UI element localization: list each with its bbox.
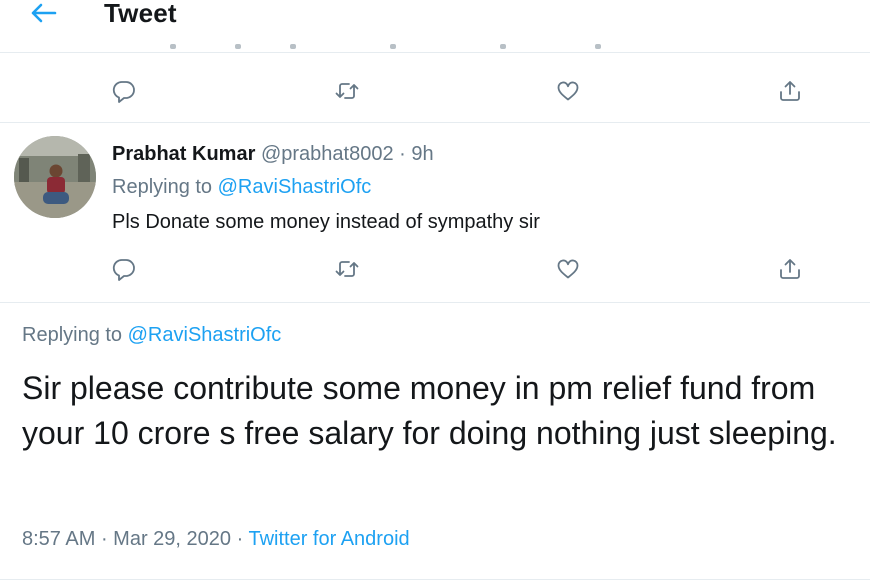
tweet-metadata: 8:57 AM · Mar 29, 2020 · Twitter for And…	[22, 528, 410, 551]
tweet-time[interactable]: 8:57 AM	[22, 528, 95, 550]
back-button[interactable]	[28, 0, 58, 26]
like-button[interactable]	[551, 74, 585, 108]
top-bar: Tweet	[0, 0, 875, 53]
like-button[interactable]	[551, 252, 585, 286]
truncated-text-fragment	[140, 44, 620, 52]
tweet-date[interactable]: Mar 29, 2020	[113, 528, 231, 550]
reply-header: Prabhat Kumar @prabhat8002 · 9h	[112, 143, 434, 166]
like-icon	[557, 81, 579, 101]
reply-icon	[112, 259, 135, 281]
reply-icon	[112, 81, 135, 103]
page-title: Tweet	[104, 0, 177, 28]
like-icon	[557, 259, 579, 279]
replying-handle-link[interactable]: @RaviShastriOfc	[128, 324, 282, 346]
tweet-time[interactable]: 9h	[411, 143, 433, 165]
divider	[0, 302, 870, 303]
divider	[0, 122, 870, 123]
reply-actions	[0, 252, 875, 292]
replying-to: Replying to @RaviShastriOfc	[112, 176, 371, 199]
main-tweet-text: Sir please contribute some money in pm r…	[22, 370, 837, 451]
retweet-icon	[335, 261, 359, 277]
share-button[interactable]	[773, 74, 807, 108]
dot-separator: ·	[95, 528, 114, 550]
author-name[interactable]: Prabhat Kumar	[112, 143, 255, 165]
dot-separator: ·	[231, 528, 249, 550]
share-icon	[780, 259, 800, 279]
dot-separator: ·	[399, 143, 406, 165]
reply-button[interactable]	[107, 74, 141, 108]
replying-prefix: Replying to	[22, 324, 128, 346]
tweet-source-link[interactable]: Twitter for Android	[248, 528, 409, 550]
replying-handle-link[interactable]: @RaviShastriOfc	[218, 176, 372, 198]
retweet-button[interactable]	[330, 252, 364, 286]
avatar-photo	[14, 136, 96, 218]
reply-text: Pls Donate some money instead of sympath…	[112, 211, 540, 233]
share-icon	[780, 81, 800, 101]
main-replying-to: Replying to @RaviShastriOfc	[22, 324, 281, 347]
retweet-icon	[335, 83, 359, 99]
reply-button[interactable]	[107, 252, 141, 286]
divider	[0, 579, 870, 580]
share-button[interactable]	[773, 252, 807, 286]
author-handle: @prabhat8002	[260, 143, 394, 165]
tweet-actions	[0, 74, 875, 114]
replying-prefix: Replying to	[112, 176, 218, 198]
retweet-button[interactable]	[330, 74, 364, 108]
header-divider	[0, 52, 870, 53]
back-arrow-icon	[31, 3, 57, 23]
avatar[interactable]	[14, 136, 96, 218]
